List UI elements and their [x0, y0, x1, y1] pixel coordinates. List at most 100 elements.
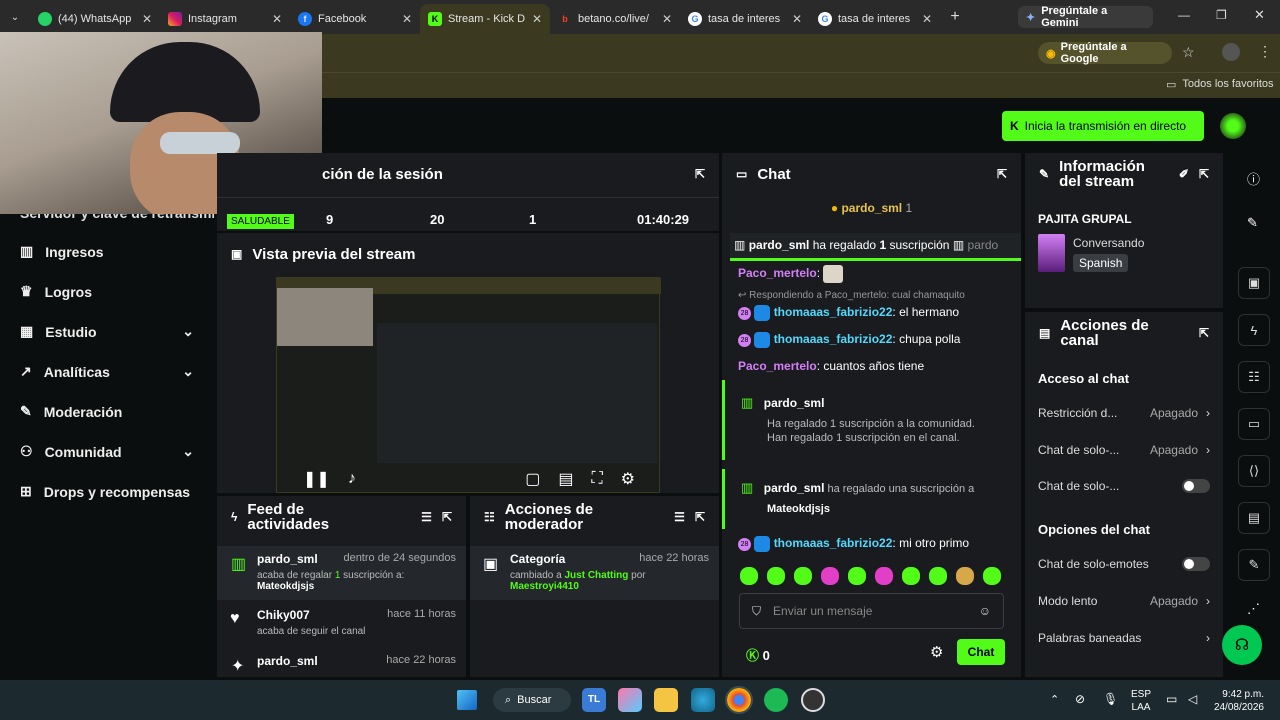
- mod-action-category[interactable]: Just Chatting: [564, 570, 628, 581]
- filter-icon[interactable]: ☰: [674, 510, 685, 524]
- chat-user[interactable]: thomaaas_fabrizio22: [774, 305, 893, 319]
- display-icon[interactable]: ▭: [1166, 692, 1177, 706]
- rail-chat-button[interactable]: ▭: [1238, 408, 1270, 440]
- tab-instagram[interactable]: Instagram ✕: [160, 4, 290, 34]
- info-icon[interactable]: ⓘ: [1247, 169, 1260, 188]
- rail-preview-button[interactable]: ▣: [1238, 267, 1270, 299]
- setting-row[interactable]: Restricción d... Apagado ›: [1038, 406, 1210, 420]
- stream-preview-video[interactable]: ❚❚ ♪ ▢ ▤ ⛶ ⚙: [276, 277, 661, 493]
- close-icon[interactable]: ✕: [272, 12, 282, 26]
- setting-row[interactable]: Chat de solo-... Apagado ›: [1038, 443, 1210, 457]
- emote-icon[interactable]: [794, 567, 812, 585]
- activity-user[interactable]: pardo_sml: [257, 654, 318, 668]
- mic-icon[interactable]: 🎙: [1103, 692, 1118, 706]
- profile-avatar[interactable]: [1222, 43, 1240, 61]
- tab-facebook[interactable]: f Facebook ✕: [290, 4, 420, 34]
- fullscreen-icon[interactable]: ⛶: [591, 470, 602, 488]
- emote-icon[interactable]: [848, 567, 866, 585]
- pinned-gifter[interactable]: ● pardo_sml 1: [722, 201, 1021, 215]
- emote-icon[interactable]: [821, 567, 839, 585]
- toggle-switch[interactable]: [1182, 479, 1210, 493]
- close-icon[interactable]: ✕: [532, 12, 542, 26]
- bookmark-star-icon[interactable]: ☆: [1182, 44, 1195, 61]
- settings-icon[interactable]: ⚙: [621, 469, 635, 489]
- spotify-icon[interactable]: [764, 688, 788, 712]
- obs-icon[interactable]: [801, 688, 825, 712]
- expand-icon[interactable]: ⇱: [442, 510, 452, 524]
- mod-action-moderator[interactable]: Maestroyi4410: [510, 581, 709, 592]
- chat-input[interactable]: ⛉ Enviar un mensaje ☺: [739, 593, 1004, 629]
- gemini-tab[interactable]: ✦ Pregúntale a Gemini: [1018, 5, 1153, 29]
- sidebar-item-analytics[interactable]: ↗ Analíticas ⌄: [20, 363, 194, 380]
- tab-whatsapp[interactable]: (44) WhatsApp ✕: [30, 4, 160, 34]
- setting-row[interactable]: Chat de solo-emotes: [1038, 557, 1210, 571]
- chat-user[interactable]: thomaaas_fabrizio22: [774, 536, 893, 550]
- minimize-button[interactable]: —: [1178, 8, 1190, 22]
- tab-google-2[interactable]: Gtasa de interes ✕: [810, 4, 940, 34]
- edge-icon[interactable]: [691, 688, 715, 712]
- rail-embed-button[interactable]: ⟨⟩: [1238, 455, 1270, 487]
- ask-google-button[interactable]: ◉ Pregúntale a Google: [1038, 41, 1172, 65]
- menu-icon[interactable]: ⋮: [1258, 43, 1272, 60]
- language-indicator[interactable]: ESP LAA: [1131, 688, 1151, 714]
- close-icon[interactable]: ✕: [142, 12, 152, 26]
- new-tab-button[interactable]: +: [940, 8, 970, 26]
- activity-user[interactable]: Chiky007: [257, 608, 310, 622]
- edit-icon[interactable]: ✐: [1179, 167, 1189, 181]
- event-target[interactable]: Mateokdjsjs: [767, 503, 1021, 515]
- pip-icon[interactable]: ▢: [525, 469, 540, 489]
- chrome-icon[interactable]: [725, 686, 753, 714]
- sidebar-item-income[interactable]: ▥ Ingresos: [20, 243, 104, 260]
- rail-list-button[interactable]: ☷: [1238, 361, 1270, 393]
- toggle-switch[interactable]: [1182, 557, 1210, 571]
- tl-app-icon[interactable]: TL: [582, 688, 606, 712]
- emoji-icon[interactable]: ☺: [979, 604, 991, 618]
- start-icon[interactable]: [457, 690, 477, 710]
- rail-tools-button[interactable]: ✎: [1238, 549, 1270, 581]
- share-icon[interactable]: ⋰: [1247, 601, 1260, 617]
- chat-user[interactable]: Paco_mertelo: [738, 359, 817, 373]
- rail-channel-button[interactable]: ▤: [1238, 502, 1270, 534]
- go-live-button[interactable]: K Inicia la transmisión en directo: [1002, 111, 1204, 141]
- setting-row[interactable]: Chat de solo-...: [1038, 479, 1210, 493]
- taskbar-search[interactable]: ⌕ Buscar: [493, 688, 571, 712]
- sidebar-item-community[interactable]: ⚇ Comunidad ⌄: [20, 443, 194, 460]
- close-icon[interactable]: ✕: [792, 12, 802, 26]
- stream-category[interactable]: Conversando: [1073, 236, 1144, 250]
- support-button[interactable]: ☊: [1222, 625, 1262, 665]
- expand-icon[interactable]: ⇱: [1199, 167, 1209, 181]
- channel-points[interactable]: Ⓚ 0: [746, 645, 770, 664]
- tab-list-button[interactable]: ⌄: [0, 5, 30, 29]
- tab-betano[interactable]: b betano.co/live/ ✕: [550, 4, 680, 34]
- chat-settings-icon[interactable]: ⚙: [930, 643, 943, 661]
- expand-icon[interactable]: ⇱: [1199, 326, 1209, 340]
- emote-icon[interactable]: [983, 567, 1001, 585]
- rail-activity-button[interactable]: ϟ: [1238, 314, 1270, 346]
- all-bookmarks[interactable]: ▭ Todos los favoritos: [1166, 78, 1274, 91]
- chat-send-button[interactable]: Chat: [957, 639, 1005, 665]
- chat-user[interactable]: thomaaas_fabrizio22: [774, 332, 893, 346]
- filter-icon[interactable]: ☰: [421, 510, 432, 524]
- pause-icon[interactable]: ❚❚: [303, 469, 330, 489]
- mute-icon[interactable]: ♪: [348, 470, 356, 488]
- event-user[interactable]: pardo_sml: [764, 396, 825, 410]
- file-explorer-icon[interactable]: [654, 688, 678, 712]
- sidebar-item-achievements[interactable]: ♛ Logros: [20, 283, 92, 300]
- close-icon[interactable]: ✕: [662, 12, 672, 26]
- chat-user[interactable]: Paco_mertelo: [738, 266, 817, 280]
- sidebar-item-studio[interactable]: ▦ Estudio ⌄: [20, 323, 194, 340]
- expand-icon[interactable]: ⇱: [695, 510, 705, 524]
- activity-user[interactable]: pardo_sml: [257, 552, 318, 566]
- activity-target[interactable]: Mateokdjsjs: [257, 581, 456, 592]
- volume-icon[interactable]: ◁: [1188, 692, 1197, 706]
- tab-kick[interactable]: K Stream - Kick D ✕: [420, 4, 550, 34]
- sidebar-item-drops[interactable]: ⊞ Drops y recompensas: [20, 483, 190, 500]
- setting-row[interactable]: Palabras baneadas ›: [1038, 631, 1210, 645]
- setting-row[interactable]: Modo lento Apagado ›: [1038, 594, 1210, 608]
- emote-icon[interactable]: [902, 567, 920, 585]
- theater-icon[interactable]: ▤: [558, 469, 573, 489]
- close-icon[interactable]: ✕: [922, 12, 932, 26]
- close-icon[interactable]: ✕: [402, 12, 412, 26]
- sidebar-item-moderation[interactable]: ✎ Moderación: [20, 403, 122, 420]
- clock[interactable]: 9:42 p.m. 24/08/2026: [1210, 688, 1264, 714]
